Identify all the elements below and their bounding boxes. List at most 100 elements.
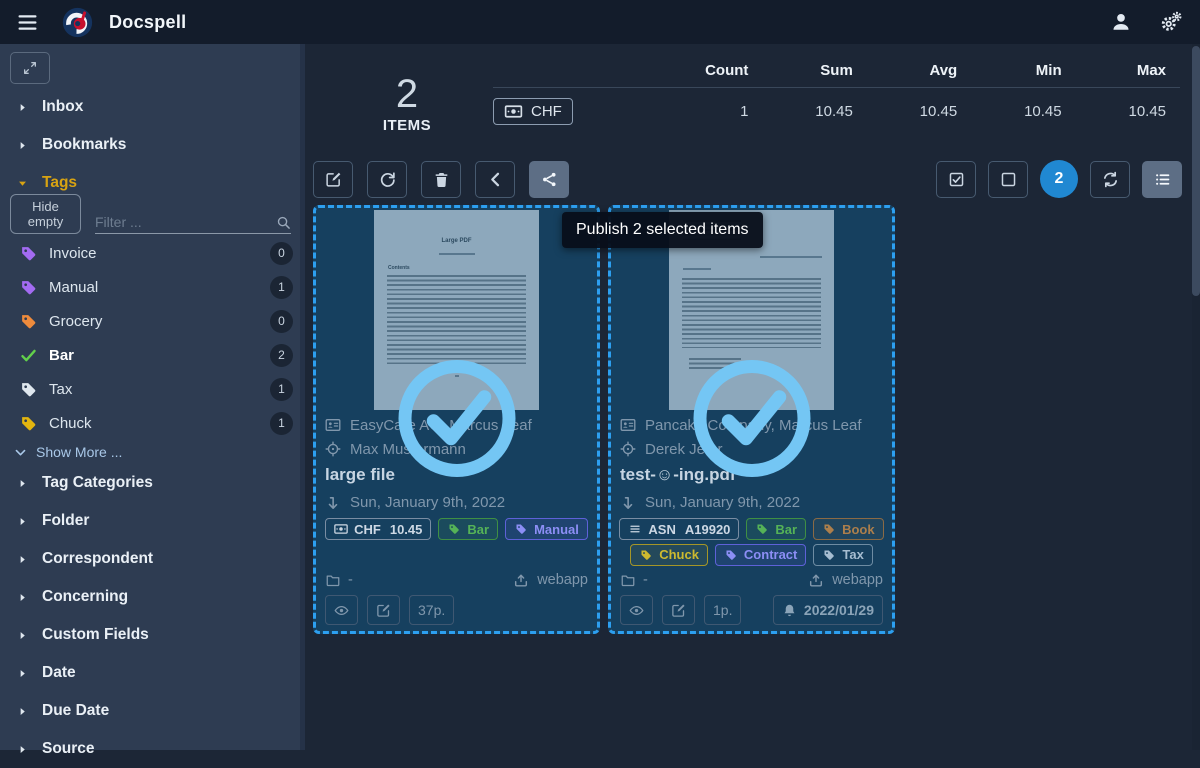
caret-right-icon (17, 706, 28, 717)
stat-max-value: 10.45 (1076, 103, 1180, 120)
section-label: Source (42, 740, 95, 758)
deselect-all-button[interactable] (988, 161, 1028, 198)
sidebar-item-inbox[interactable]: Inbox (0, 88, 305, 126)
sidebar-item-folder[interactable]: Folder (0, 502, 305, 540)
sidebar-tag-invoice[interactable]: Invoice 0 (0, 236, 305, 270)
reprocess-button[interactable] (367, 161, 407, 198)
section-label: Inbox (42, 98, 83, 116)
pencil-square-icon (376, 603, 391, 618)
trash-icon (433, 171, 450, 188)
edit-selected-button[interactable] (313, 161, 353, 198)
tag-name: Tax (49, 381, 72, 398)
eye-icon (629, 603, 644, 618)
tag-name: Manual (49, 279, 98, 296)
person-target-icon (620, 441, 636, 457)
publish-selected-button[interactable] (529, 161, 569, 198)
sidebar-scrollbar[interactable] (300, 44, 305, 750)
stats-panel: 2 ITEMS Count Sum Avg Min Max CHF 1 (305, 44, 1200, 156)
sidebar-item-due-date[interactable]: Due Date (0, 692, 305, 730)
item-preview[interactable]: Large PDF Contents (316, 208, 597, 413)
expand-sidebar-button[interactable] (10, 52, 50, 84)
tag-icon (20, 245, 37, 262)
tag-icon (20, 313, 37, 330)
pencil-square-icon (671, 603, 686, 618)
item-count-block: 2 ITEMS (321, 50, 493, 156)
document-thumbnail: Large PDF Contents (374, 210, 539, 410)
item-card-test-ing-pdf[interactable]: Pancake Company, Marcus Leaf Derek Jeter… (608, 205, 895, 634)
tag-filter-row: Hide empty (10, 204, 291, 234)
page-scrollbar-thumb[interactable] (1192, 46, 1200, 296)
caret-right-icon (17, 102, 28, 113)
edit-item-button[interactable] (662, 595, 695, 625)
tag-badge-label: Book (842, 522, 875, 537)
section-label: Correspondent (42, 550, 153, 568)
tag-count-badge: 2 (270, 344, 293, 367)
publish-tooltip: Publish 2 selected items (562, 212, 763, 248)
app-title: Docspell (109, 12, 186, 33)
concerning-line: Derek Jeter (620, 437, 883, 461)
refresh-button[interactable] (1090, 161, 1130, 198)
sidebar-item-source[interactable]: Source (0, 730, 305, 768)
merge-button[interactable] (475, 161, 515, 198)
item-count: 2 (396, 73, 418, 115)
sidebar-tag-chuck[interactable]: Chuck 1 (0, 406, 305, 440)
sidebar-tag-manual[interactable]: Manual 1 (0, 270, 305, 304)
sidebar-item-bookmarks[interactable]: Bookmarks (0, 126, 305, 164)
caret-right-icon (17, 630, 28, 641)
chevron-left-icon (487, 171, 504, 188)
edit-item-button[interactable] (367, 595, 400, 625)
section-label: Date (42, 664, 76, 682)
asn-label: ASN (648, 522, 675, 537)
sidebar-item-tag-categories[interactable]: Tag Categories (0, 464, 305, 502)
sidebar-tag-tax[interactable]: Tax 1 (0, 372, 305, 406)
caret-right-icon (17, 554, 28, 565)
sidebar-tag-bar[interactable]: Bar 2 (0, 338, 305, 372)
card-footer-meta: - webapp (620, 567, 883, 593)
delete-selected-button[interactable] (421, 161, 461, 198)
tag-badge-manual: Manual (505, 518, 588, 540)
due-date-value: 2022/01/29 (804, 602, 874, 618)
tag-icon (20, 381, 37, 398)
expand-arrows-icon (22, 60, 38, 76)
arrow-down-icon (620, 495, 636, 511)
asn-badge: ASNA19920 (619, 518, 739, 540)
bell-icon (782, 603, 797, 618)
person-target-icon (325, 441, 341, 457)
stat-avg-value: 10.45 (867, 103, 971, 120)
hide-empty-button[interactable]: Hide empty (10, 194, 81, 234)
eye-icon (334, 603, 349, 618)
col-header-sum: Sum (762, 62, 866, 79)
select-all-button[interactable] (936, 161, 976, 198)
item-card-large-file[interactable]: Large PDF Contents EasyCare AG, Marcus L… (313, 205, 600, 634)
sidebar-item-date[interactable]: Date (0, 654, 305, 692)
preview-item-button[interactable] (620, 595, 653, 625)
section-label: Due Date (42, 702, 109, 720)
stat-sum-value: 10.45 (762, 103, 866, 120)
page-scrollbar[interactable] (1192, 44, 1200, 750)
menu-button[interactable] (14, 9, 40, 35)
settings-gears-icon[interactable] (1160, 11, 1182, 33)
caret-right-icon (17, 140, 28, 151)
col-header-count: Count (658, 62, 762, 79)
sidebar-item-concerning[interactable]: Concerning (0, 578, 305, 616)
address-card-icon (325, 417, 341, 433)
main-content: 2 ITEMS Count Sum Avg Min Max CHF 1 (305, 44, 1200, 750)
share-icon (541, 171, 558, 188)
sidebar-item-correspondent[interactable]: Correspondent (0, 540, 305, 578)
view-menu-button[interactable] (1142, 161, 1182, 198)
preview-item-button[interactable] (325, 595, 358, 625)
amount-value: 10.45 (390, 522, 423, 537)
tag-icon (447, 523, 461, 535)
tag-filter-input[interactable] (95, 214, 276, 230)
checkmark-icon (20, 347, 37, 364)
caret-right-icon (17, 668, 28, 679)
sidebar-tag-grocery[interactable]: Grocery 0 (0, 304, 305, 338)
money-bill-icon (334, 523, 348, 535)
sidebar-item-custom-fields[interactable]: Custom Fields (0, 616, 305, 654)
concerning-line: Max Mustermann (325, 437, 588, 461)
item-title: large file (325, 461, 588, 489)
tag-badge-label: Manual (534, 522, 579, 537)
user-icon[interactable] (1110, 11, 1132, 33)
col-header-avg: Avg (867, 62, 971, 79)
show-more-tags[interactable]: Show More ... (0, 440, 305, 464)
